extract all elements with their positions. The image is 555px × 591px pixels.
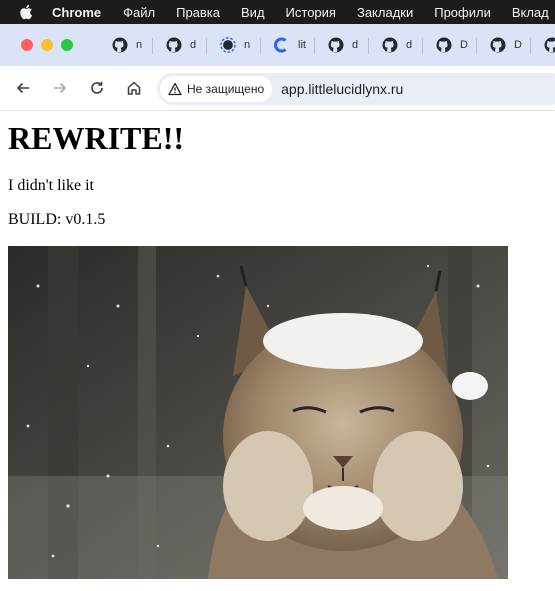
github-icon	[490, 37, 506, 53]
arrow-right-icon	[54, 82, 67, 94]
home-button[interactable]	[124, 78, 144, 98]
web-page: REWRITE!! I didn't like it BUILD: v0.1.5	[0, 112, 555, 591]
tab-strip: n d n lit d d D D	[0, 24, 555, 66]
tab-title: D	[460, 39, 468, 51]
menu-edit[interactable]: Правка	[176, 5, 220, 20]
browser-tab[interactable]: d	[315, 30, 369, 60]
address-bar[interactable]: Не защищено app.littlelucidlynx.ru	[157, 73, 555, 105]
apple-logo-icon[interactable]	[19, 4, 33, 20]
arrow-left-icon	[16, 82, 29, 94]
build-version: BUILD: v0.1.5	[8, 211, 106, 228]
browser-tab[interactable]: n	[99, 30, 153, 60]
tab-title: n	[244, 39, 251, 51]
github-icon	[382, 37, 398, 53]
lynx-photo	[8, 246, 508, 579]
page-heading: REWRITE!!	[8, 120, 185, 156]
menu-app-name[interactable]: Chrome	[52, 5, 101, 20]
menu-profiles[interactable]: Профили	[434, 5, 491, 20]
menu-file[interactable]: Файл	[123, 5, 155, 20]
reload-button[interactable]	[87, 78, 107, 98]
forward-button[interactable]	[50, 78, 70, 98]
menu-view[interactable]: Вид	[241, 5, 265, 20]
github-icon	[112, 37, 128, 53]
menu-history[interactable]: История	[286, 5, 336, 20]
close-window-button[interactable]	[21, 39, 33, 51]
security-label: Не защищено	[187, 82, 265, 96]
warning-icon	[168, 82, 182, 96]
menu-bookmarks[interactable]: Закладки	[357, 5, 413, 20]
browser-toolbar: Не защищено app.littlelucidlynx.ru	[0, 66, 555, 111]
browser-tab[interactable]: D	[423, 30, 477, 60]
tab-title: d	[352, 39, 359, 51]
reload-icon	[91, 81, 103, 94]
zoom-window-button[interactable]	[61, 39, 73, 51]
window-controls	[21, 39, 81, 51]
browser-tab[interactable]	[531, 30, 555, 60]
tab-title: D	[514, 39, 522, 51]
home-icon	[127, 81, 141, 95]
github-icon	[328, 37, 344, 53]
tab-title: lit	[298, 39, 306, 51]
security-chip[interactable]: Не защищено	[160, 76, 273, 102]
browser-tab[interactable]: d	[153, 30, 207, 60]
browser-tab[interactable]: n	[207, 30, 261, 60]
github-icon	[166, 37, 182, 53]
minimize-window-button[interactable]	[41, 39, 53, 51]
url-text[interactable]: app.littlelucidlynx.ru	[281, 81, 403, 97]
browser-tab[interactable]: D	[477, 30, 531, 60]
tab-title: n	[136, 39, 143, 51]
macos-menu-bar: Chrome Файл Правка Вид История Закладки …	[0, 0, 555, 24]
browser-tab[interactable]: lit	[261, 30, 315, 60]
c-logo-icon	[274, 37, 290, 53]
back-button[interactable]	[13, 78, 33, 98]
page-description: I didn't like it	[8, 177, 94, 194]
tab-title: d	[406, 39, 413, 51]
loading-github-icon	[220, 37, 236, 53]
github-icon	[436, 37, 452, 53]
tab-title: d	[190, 39, 197, 51]
browser-tab[interactable]: d	[369, 30, 423, 60]
menu-tabs[interactable]: Вклад	[512, 5, 549, 20]
github-icon	[544, 37, 555, 53]
